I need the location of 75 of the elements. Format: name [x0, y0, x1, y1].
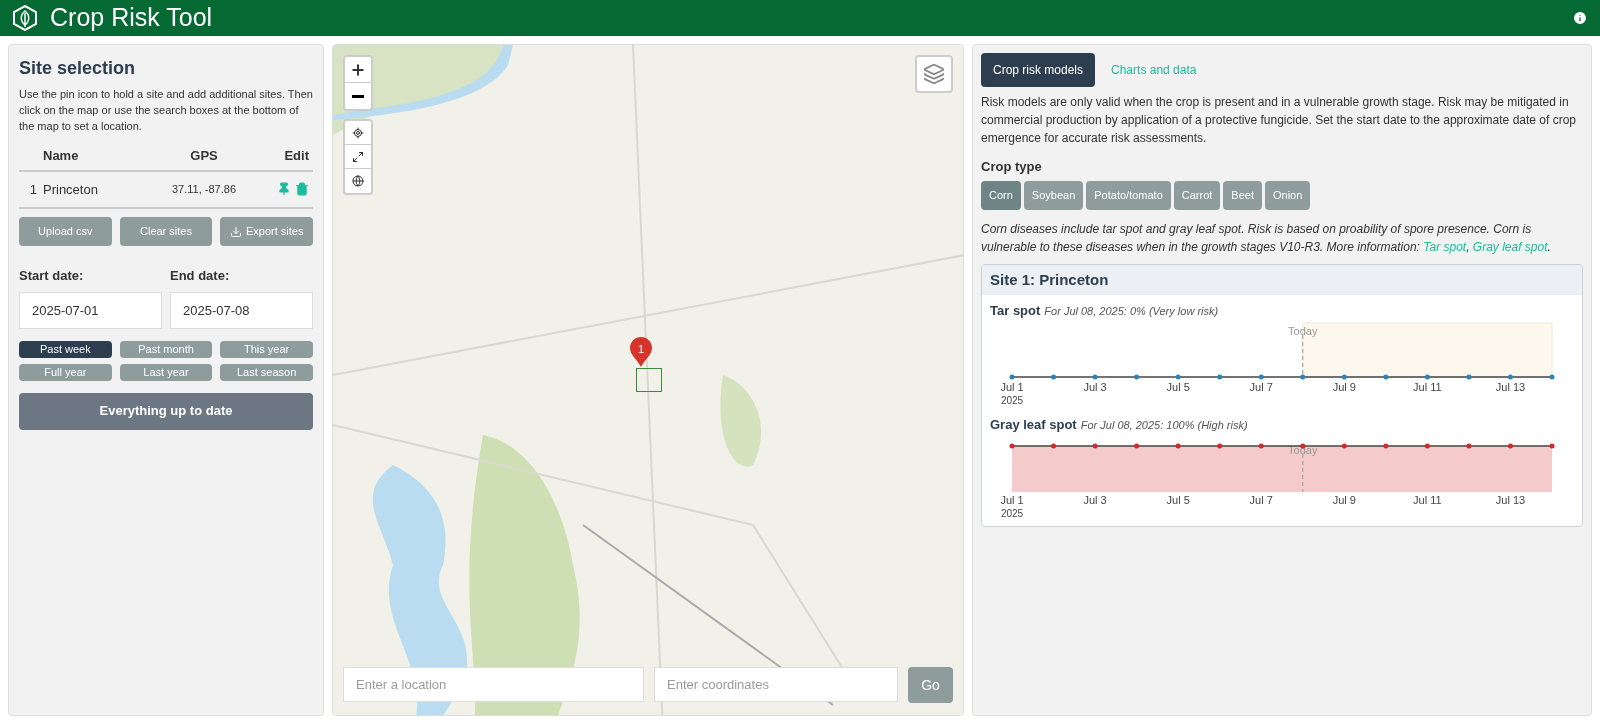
- today-line: [1302, 334, 1304, 377]
- today-label: Today: [1288, 324, 1318, 337]
- column-header: GPS: [189, 147, 219, 165]
- update-button[interactable]: Everything up to date: [19, 392, 313, 430]
- axis-label: Jul 9: [1332, 380, 1356, 393]
- risk-description: Risk models are only valid when the crop is present and in a vulnerable growth stage. Risk may be mitigated in commercial production by application of a protective fungicide. Set the start date to the approximate date of crop emergence for accurate risk assessments.: [981, 94, 1577, 147]
- range-button[interactable]: This year: [220, 340, 313, 358]
- info-icon[interactable]: [1572, 10, 1588, 26]
- range-button[interactable]: Past week: [19, 340, 112, 358]
- globe-icon: [352, 175, 364, 187]
- year-label: 2025: [1000, 508, 1024, 519]
- date-field[interactable]: 2025-07-08: [170, 291, 313, 329]
- crop-option[interactable]: Corn: [981, 180, 1021, 210]
- site-action-button[interactable]: Upload csv: [19, 217, 112, 246]
- today-label: Today: [1288, 444, 1318, 456]
- axis-label: Jul 5: [1166, 380, 1190, 393]
- site-name: Princeton: [43, 180, 99, 199]
- disease-name: Tar spot: [990, 302, 1041, 320]
- download-icon: [229, 225, 242, 238]
- instructions: Use the pin icon to hold a site and add additional sites. Then click on the map or use the search boxes at the bottom of the map to set a location.: [19, 87, 313, 134]
- date-label: End date:: [170, 267, 231, 285]
- column-header: Edit: [283, 147, 310, 165]
- axis-label: Jul 11: [1413, 380, 1442, 393]
- axis-label: Jul 5: [1166, 494, 1190, 506]
- range-button[interactable]: Last season: [220, 363, 313, 381]
- crop-option[interactable]: Potato/tomato: [1086, 180, 1171, 210]
- site-card-title: Site 1: Princeton: [982, 264, 1582, 295]
- axis-label: Jul 1: [1000, 380, 1024, 393]
- range-button[interactable]: Full year: [19, 363, 112, 381]
- info-link[interactable]: Gray leaf spot: [1472, 239, 1548, 254]
- leaf-logo-icon: [12, 5, 38, 31]
- crop-type-label: Crop type: [981, 158, 1043, 176]
- disease-summary: For Jul 08, 2025: 0% (Very low risk): [1044, 304, 1219, 319]
- map-marker[interactable]: 1: [629, 337, 653, 367]
- disease-summary: For Jul 08, 2025: 100% (High risk): [1080, 417, 1248, 433]
- crop-note: Corn diseases include tar spot and gray leaf spot. Risk is based on proability of spore presence. Corn is vulnerable to these diseases when in the growth stages V10-R3. More information: Tar spot, Gray leaf spot.: [981, 220, 1552, 256]
- crop-option[interactable]: Onion: [1265, 180, 1311, 210]
- axis-label: Jul 13: [1495, 380, 1526, 393]
- axis-label: Jul 9: [1332, 494, 1356, 506]
- tab[interactable]: Crop risk models: [981, 53, 1096, 87]
- date-label: Start date:: [19, 267, 85, 285]
- crop-option[interactable]: Soybean: [1023, 180, 1084, 210]
- layers-icon: [923, 63, 945, 85]
- minus-icon: [352, 94, 364, 98]
- expand-icon: [352, 150, 364, 163]
- site-gps: 37.11, -87.86: [171, 182, 237, 197]
- site-outline: [636, 368, 662, 392]
- layers-button[interactable]: [915, 55, 953, 93]
- axis-label: Jul 7: [1249, 494, 1273, 506]
- date-field[interactable]: 2025-07-01: [19, 291, 162, 329]
- axis-label: Jul 11: [1413, 494, 1442, 506]
- axis-label: Jul 3: [1083, 494, 1107, 506]
- plus-icon: [350, 61, 366, 78]
- go-button[interactable]: Go: [908, 667, 953, 703]
- year-label: 2025: [1000, 394, 1024, 406]
- site-action-button[interactable]: Clear sites: [119, 217, 213, 246]
- range-button[interactable]: Past month: [119, 340, 213, 358]
- crop-option[interactable]: Carrot: [1173, 180, 1221, 210]
- disease-name: Gray leaf spot: [990, 415, 1077, 434]
- crop-option[interactable]: Beet: [1223, 180, 1262, 210]
- panel-title: Site selection: [19, 57, 137, 80]
- crosshair-icon: [352, 126, 364, 139]
- today-line: [1302, 453, 1304, 493]
- axis-label: Jul 3: [1083, 380, 1107, 393]
- site-action-button[interactable]: Export sites: [220, 217, 313, 246]
- app-title: Crop Risk Tool: [50, 2, 213, 34]
- column-header: Name: [42, 147, 80, 165]
- axis-label: Jul 7: [1249, 380, 1273, 393]
- axis-label: Jul 1: [1000, 494, 1024, 506]
- axis-label: Jul 13: [1495, 494, 1526, 506]
- site-index: 1: [28, 180, 38, 199]
- coordinates-field[interactable]: Enter coordinates: [654, 667, 898, 702]
- range-button[interactable]: Last year: [119, 363, 213, 381]
- location-field[interactable]: Enter a location: [343, 667, 644, 702]
- tab[interactable]: Charts and data: [1099, 53, 1209, 87]
